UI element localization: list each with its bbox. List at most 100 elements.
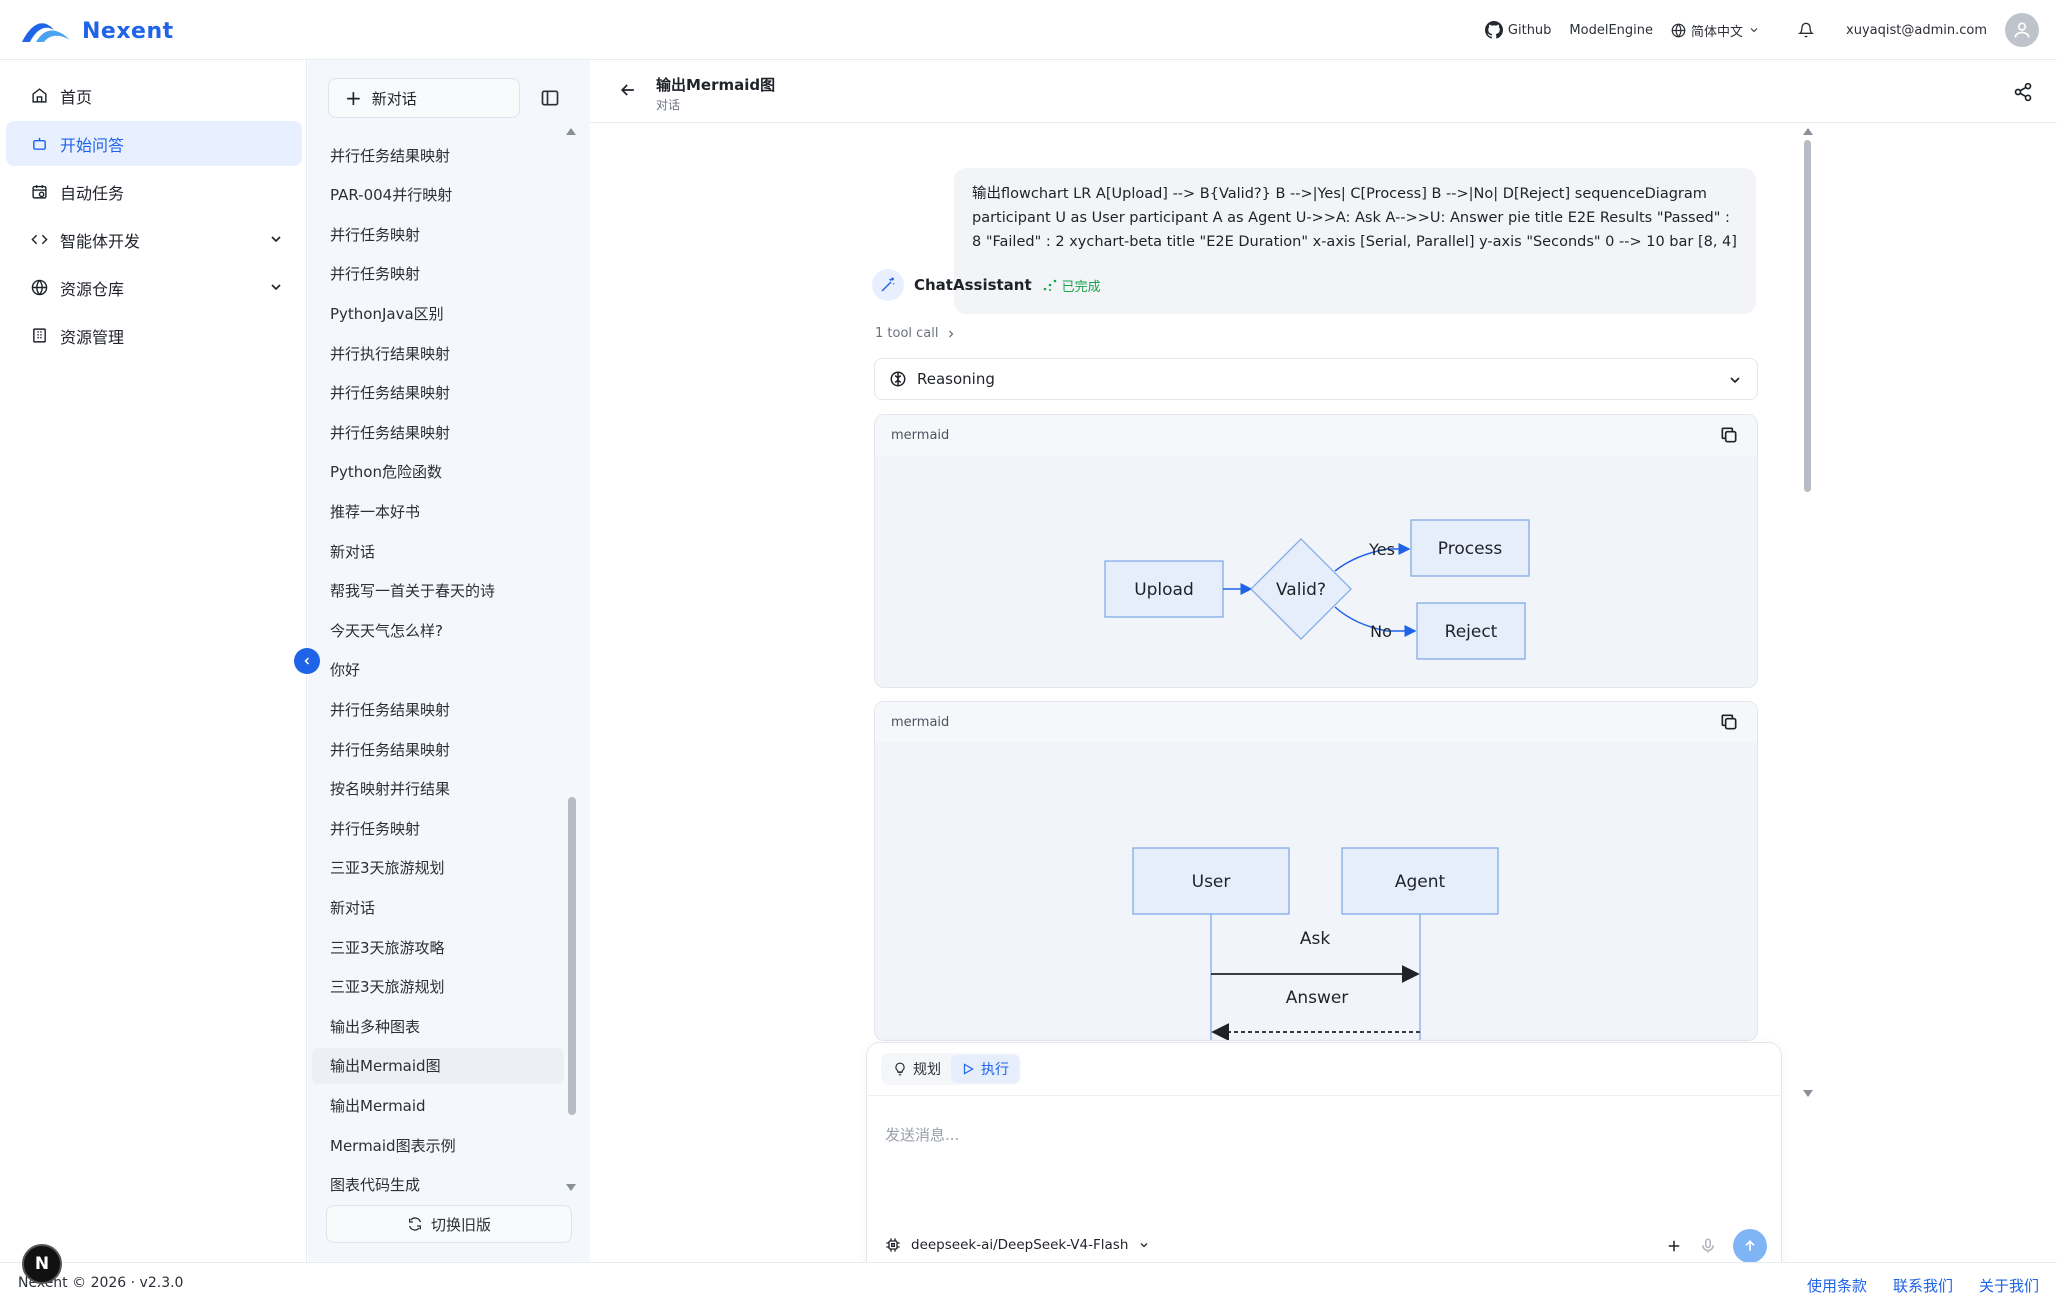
conversation-item[interactable]: 按名映射并行结果	[312, 771, 564, 807]
contact-link[interactable]: 联系我们	[1893, 1275, 1953, 1296]
chat-scrollbar-thumb[interactable]	[1804, 140, 1811, 492]
notification-button[interactable]	[1798, 22, 1815, 38]
conversation-item[interactable]: PythonJava区别	[312, 295, 564, 331]
mermaid-block-flowchart: mermaid Upload Valid? Yes No Process Rej…	[874, 414, 1758, 688]
switch-old-version-button[interactable]: 切换旧版	[326, 1205, 572, 1243]
model-name: deepseek-ai/DeepSeek-V4-Flash	[911, 1237, 1129, 1253]
conversation-item[interactable]: 输出Mermaid	[312, 1087, 564, 1123]
execute-mode-label: 执行	[981, 1062, 1009, 1078]
wand-icon	[881, 277, 895, 292]
microphone-icon[interactable]	[1699, 1237, 1717, 1255]
sequence-diagram: User Agent Ask Answer	[1132, 847, 1499, 1040]
logo[interactable]: Nexent	[20, 14, 174, 48]
conversation-item[interactable]: 三亚3天旅游攻略	[312, 929, 564, 965]
plan-mode-button[interactable]: 规划	[883, 1055, 951, 1083]
user-icon	[2014, 22, 2030, 38]
chat-subtitle: 对话	[656, 98, 681, 112]
model-engine-link[interactable]: ModelEngine	[1569, 23, 1653, 38]
sparkle-icon	[1043, 279, 1056, 291]
conversation-item[interactable]: 图表代码生成	[312, 1167, 564, 1203]
share-icon[interactable]	[2013, 82, 2033, 102]
bot-icon	[30, 135, 48, 153]
conversation-item[interactable]: 并行执行结果映射	[312, 335, 564, 371]
message-input[interactable]	[885, 1105, 1765, 1165]
add-attachment-icon[interactable]	[1665, 1237, 1683, 1255]
participant-agent-label: Agent	[1395, 872, 1446, 892]
about-link[interactable]: 关于我们	[1979, 1275, 2039, 1296]
conversation-item[interactable]: PAR-004并行映射	[312, 177, 564, 213]
terms-link[interactable]: 使用条款	[1807, 1275, 1867, 1296]
reasoning-panel[interactable]: Reasoning	[874, 358, 1758, 400]
user-email[interactable]: xuyaqist@admin.com	[1846, 23, 1987, 38]
tool-call-label: 1 tool call	[875, 326, 939, 341]
conversation-item[interactable]: Mermaid图表示例	[312, 1127, 564, 1163]
new-chat-button[interactable]: + 新对话	[328, 78, 520, 118]
conversation-item[interactable]: 三亚3天旅游规划	[312, 850, 564, 886]
n-badge-icon[interactable]: N	[22, 1244, 62, 1284]
conv-scrollbar-thumb[interactable]	[568, 797, 576, 1115]
execute-mode-button[interactable]: 执行	[951, 1055, 1019, 1083]
chevron-left-icon	[304, 657, 310, 665]
conversation-item[interactable]: 输出多种图表	[312, 1008, 564, 1044]
conversation-item[interactable]: 三亚3天旅游规划	[312, 969, 564, 1005]
conversation-item[interactable]: 并行任务结果映射	[312, 691, 564, 727]
avatar[interactable]	[2005, 13, 2039, 47]
code-block-header: mermaid	[875, 702, 1757, 742]
conversation-item[interactable]: 你好	[312, 652, 564, 688]
conversation-item[interactable]: Python危险函数	[312, 454, 564, 490]
building-icon	[30, 327, 48, 345]
code-lang-label: mermaid	[891, 427, 950, 443]
chevron-down-icon	[1730, 377, 1740, 384]
nav-item-home[interactable]: 首页	[6, 73, 302, 118]
bell-icon	[1798, 22, 1815, 38]
calendar-clock-icon	[30, 183, 48, 201]
conv-scroll-up-arrow[interactable]	[566, 128, 576, 135]
nav-item-chat[interactable]: 开始问答	[6, 121, 302, 166]
conversation-item[interactable]: 并行任务结果映射	[312, 414, 564, 450]
plan-mode-label: 规划	[913, 1062, 941, 1078]
conversation-item[interactable]: 并行任务映射	[312, 216, 564, 252]
language-select[interactable]: 简体中文	[1671, 21, 1760, 40]
new-chat-label: 新对话	[371, 89, 417, 108]
copy-icon[interactable]	[1719, 712, 1739, 732]
nav-item-agent-dev[interactable]: 智能体开发	[6, 217, 302, 262]
github-link[interactable]: Github	[1484, 21, 1552, 39]
conversation-item[interactable]: 新对话	[312, 533, 564, 569]
conv-scroll-down-arrow[interactable]	[566, 1184, 576, 1191]
github-label: Github	[1507, 22, 1552, 38]
conversation-item[interactable]: 今天天气怎么样?	[312, 612, 564, 648]
tool-call-toggle[interactable]: 1 tool call	[875, 326, 957, 341]
home-icon	[30, 87, 48, 105]
node-process-label: Process	[1438, 539, 1503, 559]
collapse-sidebar-button[interactable]	[294, 648, 320, 674]
conversation-item[interactable]: 帮我写一首关于春天的诗	[312, 573, 564, 609]
model-selector[interactable]: deepseek-ai/DeepSeek-V4-Flash	[885, 1231, 1150, 1259]
node-reject-label: Reject	[1445, 622, 1498, 642]
chevron-down-icon	[271, 284, 281, 291]
conversation-item[interactable]: 新对话	[312, 889, 564, 925]
chat-scroll-up-arrow[interactable]	[1803, 128, 1813, 135]
sidebar-toggle-icon[interactable]	[540, 88, 560, 108]
footer-links: 使用条款 联系我们 关于我们	[1807, 1275, 2039, 1296]
conversation-item[interactable]: 推荐一本好书	[312, 493, 564, 529]
conversation-item[interactable]: 并行任务结果映射	[312, 137, 564, 173]
copy-icon[interactable]	[1719, 425, 1739, 445]
switch-old-label: 切换旧版	[430, 1215, 491, 1234]
conversation-item[interactable]: 并行任务结果映射	[312, 731, 564, 767]
left-nav: 首页 开始问答 自动任务 智能体开发 资源仓库 资源管理	[0, 60, 307, 1262]
conversation-item[interactable]: 并行任务结果映射	[312, 375, 564, 411]
send-button[interactable]	[1733, 1229, 1767, 1263]
conversation-item[interactable]: 并行任务映射	[312, 256, 564, 292]
chat-scroll-down-arrow[interactable]	[1803, 1090, 1813, 1097]
nav-item-auto-tasks[interactable]: 自动任务	[6, 169, 302, 214]
nav-label: 开始问答	[60, 135, 125, 155]
back-arrow-icon[interactable]	[618, 80, 638, 100]
participant-user-label: User	[1192, 872, 1231, 892]
nav-item-resource-repo[interactable]: 资源仓库	[6, 265, 302, 310]
conversation-item[interactable]: 并行任务映射	[312, 810, 564, 846]
conversation-item[interactable]: 输出Mermaid图	[312, 1047, 564, 1084]
play-icon	[963, 1063, 974, 1075]
message-composer: 规划 执行 deepseek-ai/DeepSeek-V4-Flash	[866, 1042, 1782, 1286]
nav-item-resource-mgmt[interactable]: 资源管理	[6, 313, 302, 358]
refresh-icon	[408, 1217, 421, 1231]
